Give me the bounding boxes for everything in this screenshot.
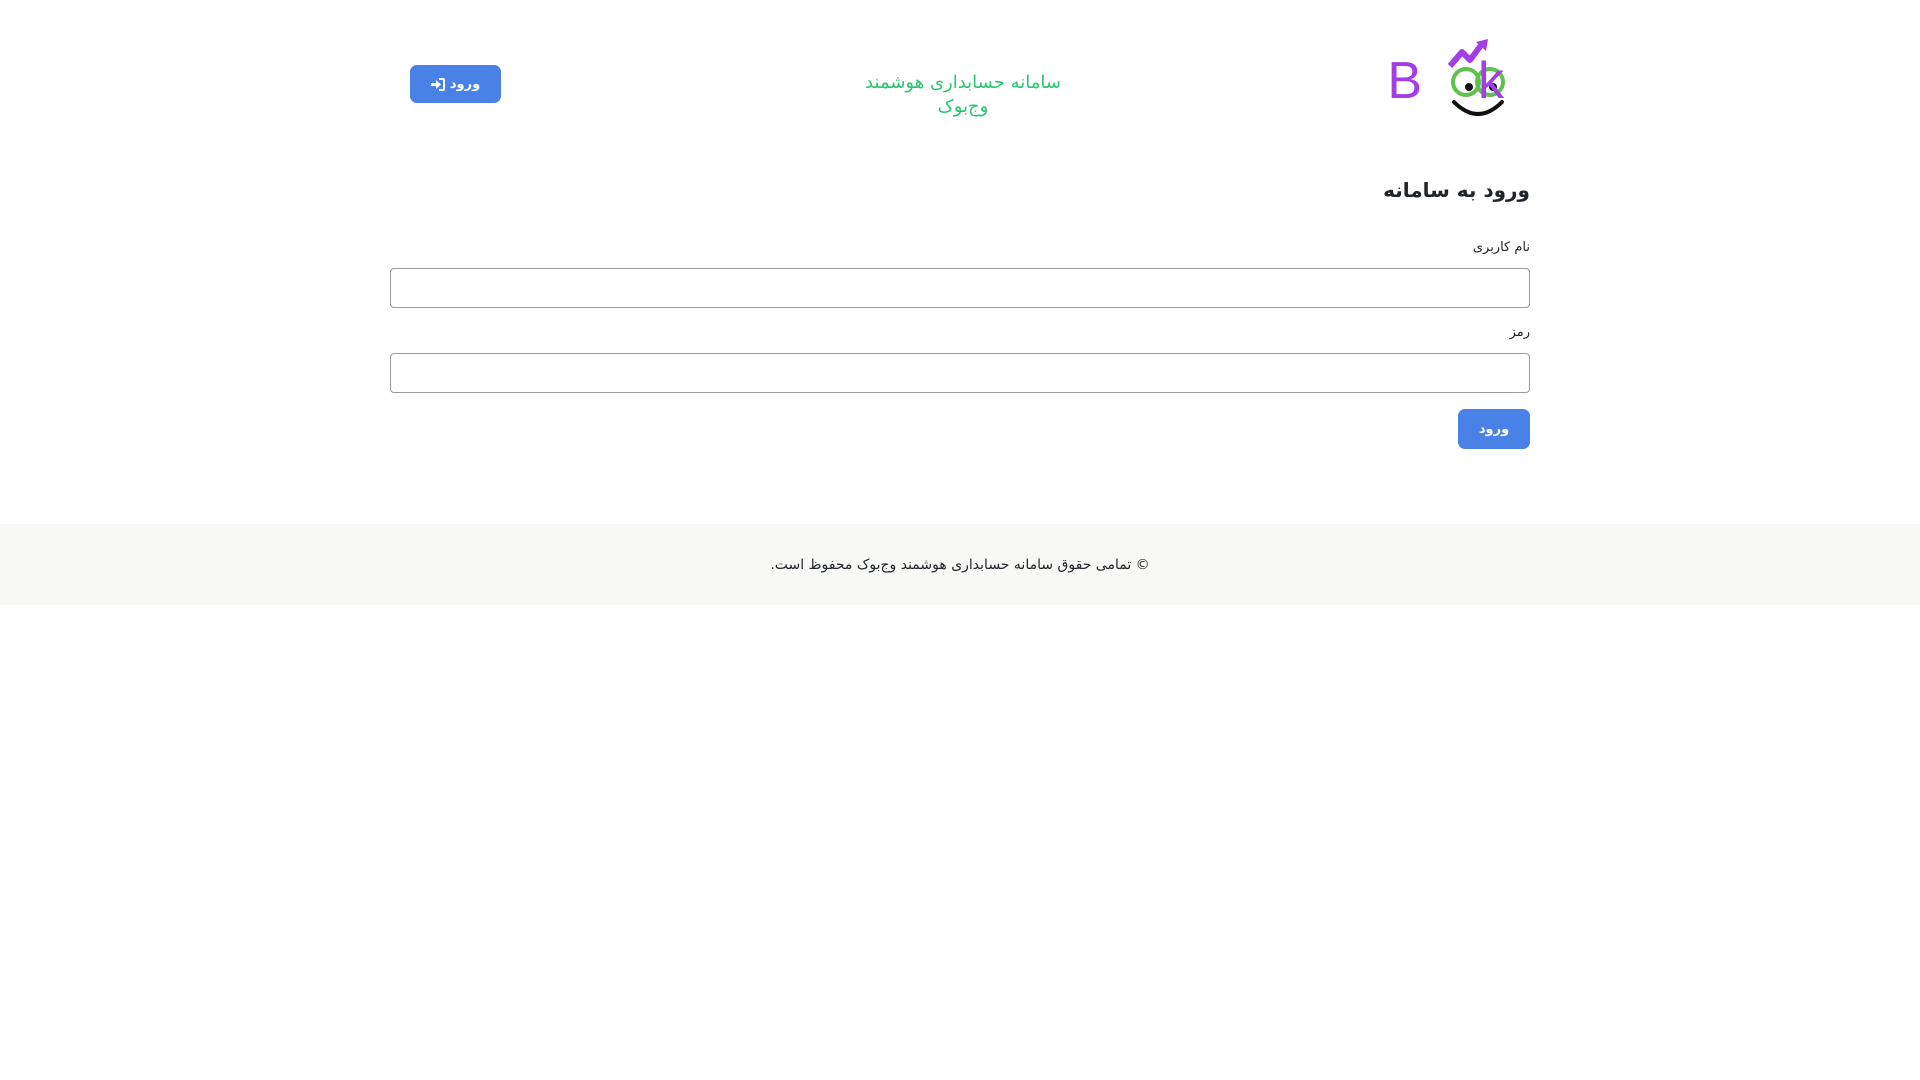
site-header: Veg B k سامانه حسابداری هوشمند وج‌بوک ور… xyxy=(390,30,1530,126)
header-login-button[interactable]: ورود xyxy=(410,65,501,103)
vegbook-logo[interactable]: Veg B k xyxy=(1338,38,1522,122)
username-label: نام کاربری xyxy=(1472,240,1530,255)
login-heading: ورود به سامانه xyxy=(1383,178,1530,202)
svg-text:B: B xyxy=(1387,52,1422,110)
copyright-text: © تمامی حقوق سامانه حسابداری هوشمند وج‌ب… xyxy=(770,556,1150,573)
site-footer: © تمامی حقوق سامانه حسابداری هوشمند وج‌ب… xyxy=(0,524,1920,605)
header-login-label: ورود xyxy=(449,76,481,92)
site-title: سامانه حسابداری هوشمند وج‌بوک xyxy=(865,72,1061,117)
password-label: رمز xyxy=(1509,325,1530,340)
username-input[interactable] xyxy=(390,268,1530,308)
password-input[interactable] xyxy=(390,353,1530,393)
submit-login-button[interactable]: ورود xyxy=(1458,409,1530,449)
sign-in-icon xyxy=(430,77,445,91)
